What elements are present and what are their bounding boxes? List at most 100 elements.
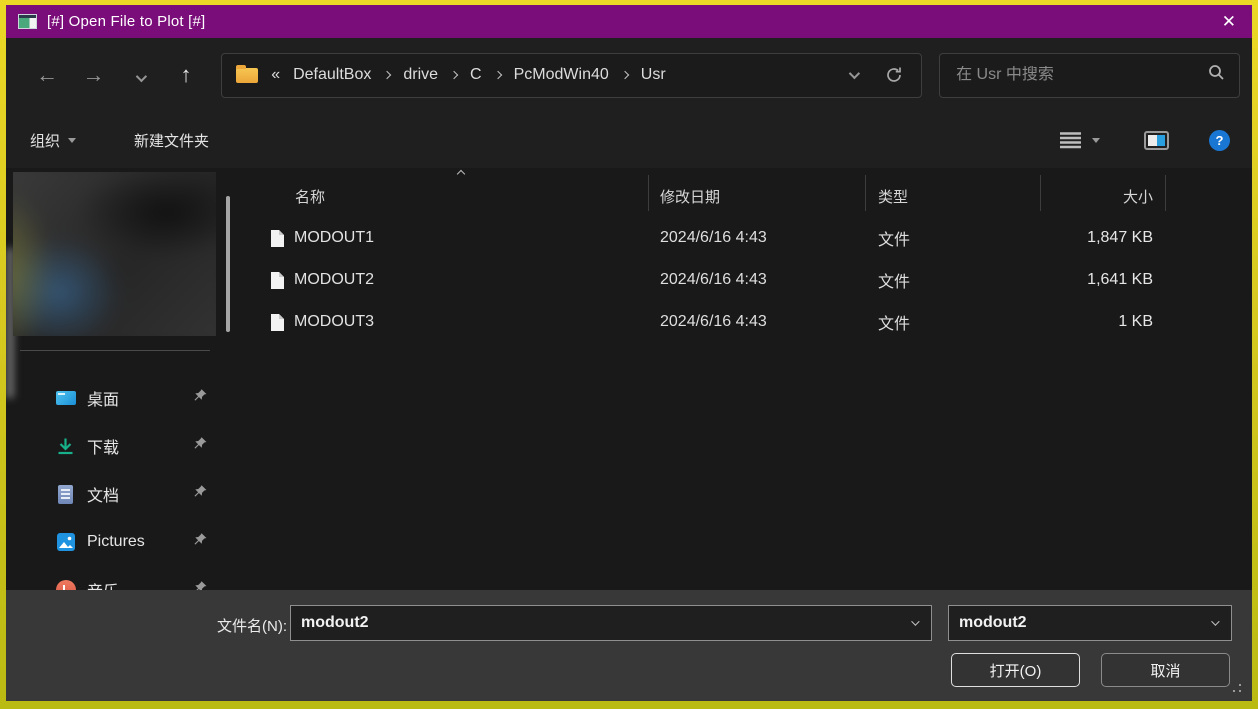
sidebar-item-label: 下载 bbox=[87, 434, 119, 458]
dialog-title: [#] Open File to Plot [#] bbox=[47, 13, 205, 30]
blurred-image bbox=[13, 172, 216, 336]
list-view-icon[interactable] bbox=[1059, 131, 1082, 150]
chevron-down-icon bbox=[135, 71, 146, 82]
sidebar-divider bbox=[20, 350, 210, 351]
address-dropdown-icon[interactable] bbox=[849, 68, 860, 79]
file-type: 文件 bbox=[865, 310, 1040, 334]
sidebar-item-label: 桌面 bbox=[87, 386, 119, 410]
documents-icon bbox=[55, 485, 76, 504]
column-separator[interactable] bbox=[1040, 175, 1041, 211]
file-icon bbox=[270, 313, 285, 332]
up-button[interactable]: ↑ bbox=[163, 62, 209, 88]
breadcrumb-overflow[interactable]: « bbox=[271, 66, 280, 84]
preview-thumbnail[interactable] bbox=[13, 172, 216, 336]
breadcrumb-item-drive[interactable]: drive bbox=[403, 66, 438, 84]
chevron-down-icon[interactable] bbox=[911, 617, 919, 625]
chevron-right-icon bbox=[383, 71, 391, 79]
file-list-body: MODOUT1 2024/6/16 4:43 文件 1,847 KB MODOU… bbox=[240, 217, 1252, 343]
pictures-icon bbox=[55, 532, 76, 552]
column-header-date-modified[interactable]: 修改日期 bbox=[648, 168, 865, 212]
breadcrumb-item-c[interactable]: C bbox=[470, 66, 482, 84]
search-icon[interactable] bbox=[1208, 64, 1225, 86]
resize-grip[interactable] bbox=[1230, 681, 1242, 693]
sidebar-item-pictures[interactable]: Pictures bbox=[6, 518, 240, 566]
filename-label: 文件名(N): bbox=[6, 615, 287, 636]
desktop-icon bbox=[55, 391, 76, 405]
file-icon bbox=[270, 229, 285, 248]
cancel-button[interactable]: 取消 bbox=[1101, 653, 1230, 687]
column-header-size[interactable]: 大小 bbox=[1040, 168, 1165, 212]
open-file-dialog: [#] Open File to Plot [#] ✕ ← → ↑ « Defa… bbox=[6, 5, 1252, 701]
address-bar-controls bbox=[849, 66, 903, 84]
file-list-header: 名称 修改日期 类型 大小 bbox=[240, 168, 1252, 212]
file-name: MODOUT2 bbox=[294, 271, 374, 289]
breadcrumb-item-defaultbox[interactable]: DefaultBox bbox=[293, 66, 371, 84]
file-row-modout1[interactable]: MODOUT1 2024/6/16 4:43 文件 1,847 KB bbox=[240, 217, 1252, 259]
preview-pane-right bbox=[1157, 135, 1166, 146]
recent-locations-button[interactable] bbox=[117, 62, 163, 88]
breadcrumb-item-usr[interactable]: Usr bbox=[641, 66, 666, 84]
search-box[interactable] bbox=[939, 53, 1240, 98]
file-type: 文件 bbox=[865, 226, 1040, 250]
command-bar: 组织 新建文件夹 ? bbox=[6, 112, 1252, 168]
close-icon[interactable]: ✕ bbox=[1222, 13, 1236, 30]
view-options-dropdown-icon[interactable] bbox=[1092, 138, 1100, 143]
file-name: MODOUT1 bbox=[294, 229, 374, 247]
search-input[interactable] bbox=[956, 66, 1208, 84]
file-size: 1,641 KB bbox=[1040, 271, 1165, 289]
back-button[interactable]: ← bbox=[24, 62, 70, 88]
navigation-bar: ← → ↑ « DefaultBox drive C PcModWin40 Us… bbox=[6, 38, 1252, 112]
pin-icon bbox=[193, 436, 208, 456]
sidebar-item-downloads[interactable]: 下载 bbox=[6, 422, 240, 470]
filename-combobox[interactable] bbox=[290, 605, 932, 641]
chevron-right-icon bbox=[493, 71, 501, 79]
sidebar-scrollbar[interactable] bbox=[226, 196, 230, 332]
column-header-type[interactable]: 类型 bbox=[865, 168, 1040, 212]
downloads-icon bbox=[55, 437, 76, 456]
command-bar-right: ? bbox=[1059, 130, 1230, 151]
forward-button[interactable]: → bbox=[70, 62, 116, 88]
sidebar-item-label: 音乐 bbox=[87, 578, 119, 590]
column-separator[interactable] bbox=[865, 175, 866, 211]
sidebar-item-label: Pictures bbox=[87, 533, 145, 551]
file-date: 2024/6/16 4:43 bbox=[648, 271, 865, 289]
file-date: 2024/6/16 4:43 bbox=[648, 313, 865, 331]
dialog-footer: 文件名(N): 打开(O) 取消 bbox=[6, 590, 1252, 701]
file-list: 名称 修改日期 类型 大小 bbox=[240, 168, 1252, 590]
sidebar-item-desktop[interactable]: 桌面 bbox=[6, 374, 240, 422]
organize-label: 组织 bbox=[30, 130, 60, 151]
column-header-name[interactable]: 名称 bbox=[240, 168, 648, 212]
column-separator[interactable] bbox=[1165, 175, 1166, 211]
organize-button[interactable]: 组织 bbox=[30, 130, 76, 151]
filetype-combobox[interactable] bbox=[948, 605, 1232, 641]
file-row-modout3[interactable]: MODOUT3 2024/6/16 4:43 文件 1 KB bbox=[240, 301, 1252, 343]
open-button[interactable]: 打开(O) bbox=[951, 653, 1080, 687]
breadcrumb-item-pcmodwin40[interactable]: PcModWin40 bbox=[514, 66, 609, 84]
app-icon bbox=[18, 14, 37, 29]
sidebar-item-documents[interactable]: 文档 bbox=[6, 470, 240, 518]
filename-input[interactable] bbox=[301, 614, 901, 632]
new-folder-button[interactable]: 新建文件夹 bbox=[134, 130, 209, 151]
preview-pane-icon[interactable] bbox=[1144, 131, 1169, 150]
help-button[interactable]: ? bbox=[1209, 130, 1230, 151]
folder-icon bbox=[236, 68, 258, 83]
music-icon bbox=[55, 580, 76, 590]
refresh-icon[interactable] bbox=[885, 66, 903, 84]
main-area: 桌面 下载 bbox=[6, 168, 1252, 590]
chevron-down-icon bbox=[68, 138, 76, 143]
file-icon bbox=[270, 271, 285, 290]
sidebar-item-label: 文档 bbox=[87, 482, 119, 506]
title-bar: [#] Open File to Plot [#] ✕ bbox=[6, 5, 1252, 38]
column-separator[interactable] bbox=[648, 175, 649, 211]
file-date: 2024/6/16 4:43 bbox=[648, 229, 865, 247]
file-row-modout2[interactable]: MODOUT2 2024/6/16 4:43 文件 1,641 KB bbox=[240, 259, 1252, 301]
pin-icon bbox=[193, 580, 208, 590]
file-size: 1 KB bbox=[1040, 313, 1165, 331]
chevron-down-icon[interactable] bbox=[1211, 617, 1219, 625]
preview-pane-left bbox=[1148, 135, 1157, 146]
filetype-input[interactable] bbox=[959, 614, 1201, 632]
pin-icon bbox=[193, 388, 208, 408]
sidebar-item-music[interactable]: 音乐 bbox=[6, 566, 240, 590]
sidebar-items: 桌面 下载 bbox=[6, 374, 240, 590]
address-bar[interactable]: « DefaultBox drive C PcModWin40 Usr bbox=[221, 53, 922, 98]
